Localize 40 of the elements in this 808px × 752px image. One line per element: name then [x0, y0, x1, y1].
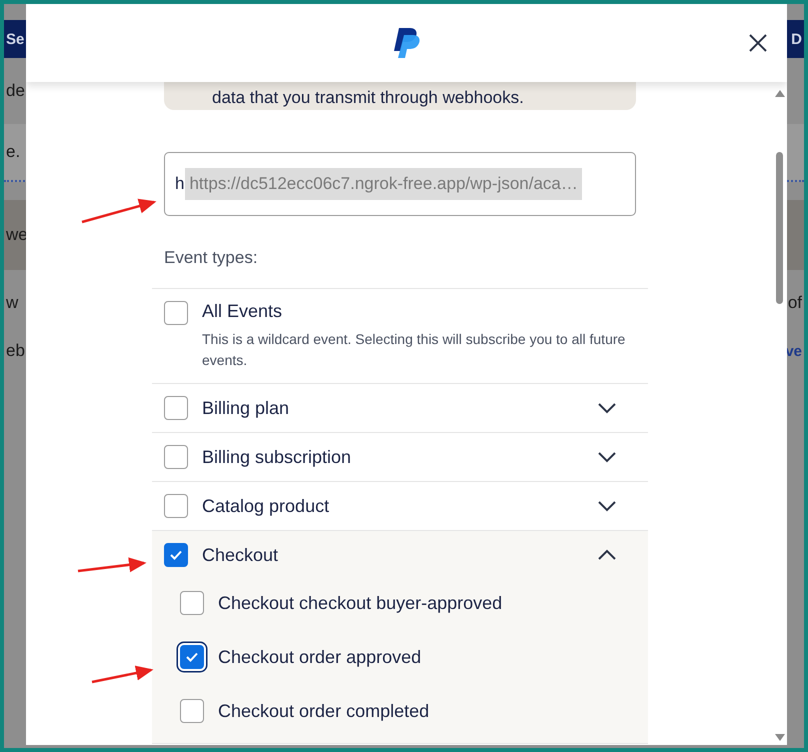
logo-icon — [392, 27, 420, 59]
scrollbar-thumb[interactable] — [776, 152, 783, 304]
chevron-down-icon[interactable] — [598, 451, 616, 463]
redacted-url: https://dc512ecc06c7.ngrok-free.app/wp-json/aca… — [185, 168, 582, 200]
background-text: D — [791, 30, 802, 48]
event-label: Billing subscription — [202, 446, 352, 468]
close-icon[interactable] — [749, 34, 767, 52]
checkbox[interactable] — [164, 445, 188, 469]
background-text: e. — [6, 142, 20, 162]
event-description: This is a wildcard event. Selecting this will subscribe you to all future events. — [202, 330, 626, 370]
checkbox[interactable] — [164, 301, 188, 325]
event-label: Checkout order completed — [218, 700, 430, 722]
url-field[interactable]: h https://dc512ecc06c7.ngrok-free.app/wp-json/aca… — [164, 152, 636, 216]
background-text: de — [6, 81, 25, 101]
checkbox[interactable] — [164, 396, 188, 420]
event-label: Checkout order approved — [218, 646, 422, 668]
event-label: Checkout checkout buyer-approved — [218, 592, 502, 614]
check-icon — [169, 549, 183, 561]
check-icon — [185, 651, 199, 663]
checkbox[interactable] — [164, 543, 188, 567]
checkbox[interactable] — [180, 591, 204, 615]
checkbox[interactable] — [164, 494, 188, 518]
background-text: of — [788, 293, 802, 313]
event-label: All Events — [202, 301, 284, 323]
chevron-up-icon[interactable] — [598, 549, 616, 561]
chevron-down-icon[interactable] — [598, 500, 616, 512]
chevron-down-icon[interactable] — [598, 402, 616, 414]
event-label: Catalog product — [202, 496, 330, 516]
scroll-down-icon[interactable] — [775, 734, 785, 741]
event-label: Billing plan — [202, 398, 290, 418]
checkbox[interactable] — [180, 699, 204, 723]
event-label: Checkout — [202, 544, 278, 566]
background-text: w — [6, 293, 18, 313]
background-text: eb — [6, 341, 25, 361]
scroll-up-icon[interactable] — [775, 90, 785, 97]
section-label: Event types: — [164, 248, 259, 269]
background-text: Se — [6, 30, 24, 48]
annotation-arrow — [92, 666, 154, 684]
background-text: we — [6, 225, 28, 245]
annotation-arrow — [78, 557, 146, 572]
